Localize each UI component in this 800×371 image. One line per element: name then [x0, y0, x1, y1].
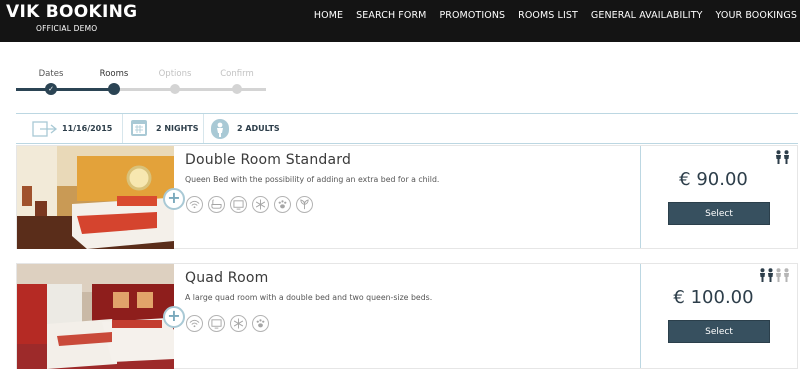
room-description: Queen Bed with the possibility of adding… — [185, 175, 440, 184]
summary-nights: 2 NIGHTS — [130, 114, 199, 143]
nav-search-form[interactable]: SEARCH FORM — [356, 10, 426, 21]
logo-title: VIK BOOKING — [6, 2, 138, 22]
wifi-icon — [186, 315, 203, 332]
step-options-dot — [170, 84, 180, 94]
room-price: € 100.00 — [673, 287, 754, 308]
bathtub-icon — [208, 196, 225, 213]
select-room-button[interactable]: Select — [668, 202, 770, 225]
summary-adults: 2 ADULTS — [211, 114, 280, 143]
nav-home[interactable]: HOME — [314, 10, 343, 21]
step-confirm-dot — [232, 84, 242, 94]
steps-progress-line — [16, 88, 114, 91]
nav-your-bookings[interactable]: YOUR BOOKINGS — [716, 10, 797, 21]
two-persons-icon — [774, 150, 790, 164]
summary-nights-value: 2 NIGHTS — [156, 124, 199, 133]
room-details-plus-button[interactable]: + — [163, 188, 185, 210]
steps-remaining-line — [114, 88, 266, 91]
booking-steps: Dates ✓ Rooms Options Confirm — [16, 66, 266, 96]
wifi-icon — [186, 196, 203, 213]
room-name[interactable]: Quad Room — [185, 270, 268, 286]
step-label-confirm: Confirm — [220, 69, 254, 79]
room-photo-quad[interactable] — [17, 264, 174, 369]
adult-person-icon — [211, 118, 229, 139]
site-header: VIK BOOKING OFFICIAL DEMO HOME SEARCH FO… — [0, 0, 800, 42]
nav-promotions[interactable]: PROMOTIONS — [439, 10, 505, 21]
room-price-column: € 90.00 Select — [640, 146, 798, 248]
pets-icon — [252, 315, 269, 332]
room-price-column: € 100.00 Select — [640, 264, 798, 368]
room-amenities — [186, 196, 318, 213]
garden-icon — [296, 196, 313, 213]
room-price: € 90.00 — [679, 169, 748, 190]
step-label-dates[interactable]: Dates — [39, 69, 64, 79]
room-amenities — [186, 315, 274, 332]
summary-divider — [122, 114, 123, 143]
room-description: A large quad room with a double bed and … — [185, 293, 433, 302]
nav-rooms-list[interactable]: ROOMS LIST — [518, 10, 578, 21]
checkin-arrow-icon — [32, 119, 58, 139]
summary-adults-value: 2 ADULTS — [237, 124, 280, 133]
nav-general-availability[interactable]: GENERAL AVAILABILITY — [591, 10, 703, 21]
room-card: + Quad Room A large quad room with a dou… — [16, 263, 798, 369]
pets-icon — [274, 196, 291, 213]
room-details-plus-button[interactable]: + — [163, 306, 185, 328]
summary-date: 11/16/2015 — [32, 114, 112, 143]
air-conditioning-icon — [230, 315, 247, 332]
summary-date-value: 11/16/2015 — [62, 124, 113, 133]
site-logo[interactable]: VIK BOOKING OFFICIAL DEMO — [6, 2, 138, 33]
summary-divider — [203, 114, 204, 143]
four-persons-icon — [758, 268, 790, 282]
main-nav: HOME SEARCH FORM PROMOTIONS ROOMS LIST G… — [301, 0, 800, 30]
search-summary: 11/16/2015 2 NIGHTS 2 ADULTS — [16, 113, 798, 144]
calendar-icon — [130, 119, 148, 139]
tv-icon — [230, 196, 247, 213]
step-rooms-dot — [108, 83, 120, 95]
logo-subtitle: OFFICIAL DEMO — [36, 24, 98, 33]
step-dates-check-icon[interactable]: ✓ — [45, 83, 57, 95]
air-conditioning-icon — [252, 196, 269, 213]
tv-icon — [208, 315, 225, 332]
room-card: + Double Room Standard Queen Bed with th… — [16, 145, 798, 249]
room-name[interactable]: Double Room Standard — [185, 152, 351, 168]
step-label-rooms: Rooms — [99, 69, 129, 79]
select-room-button[interactable]: Select — [668, 320, 770, 343]
room-photo-double[interactable] — [17, 146, 174, 249]
step-label-options: Options — [158, 69, 192, 79]
